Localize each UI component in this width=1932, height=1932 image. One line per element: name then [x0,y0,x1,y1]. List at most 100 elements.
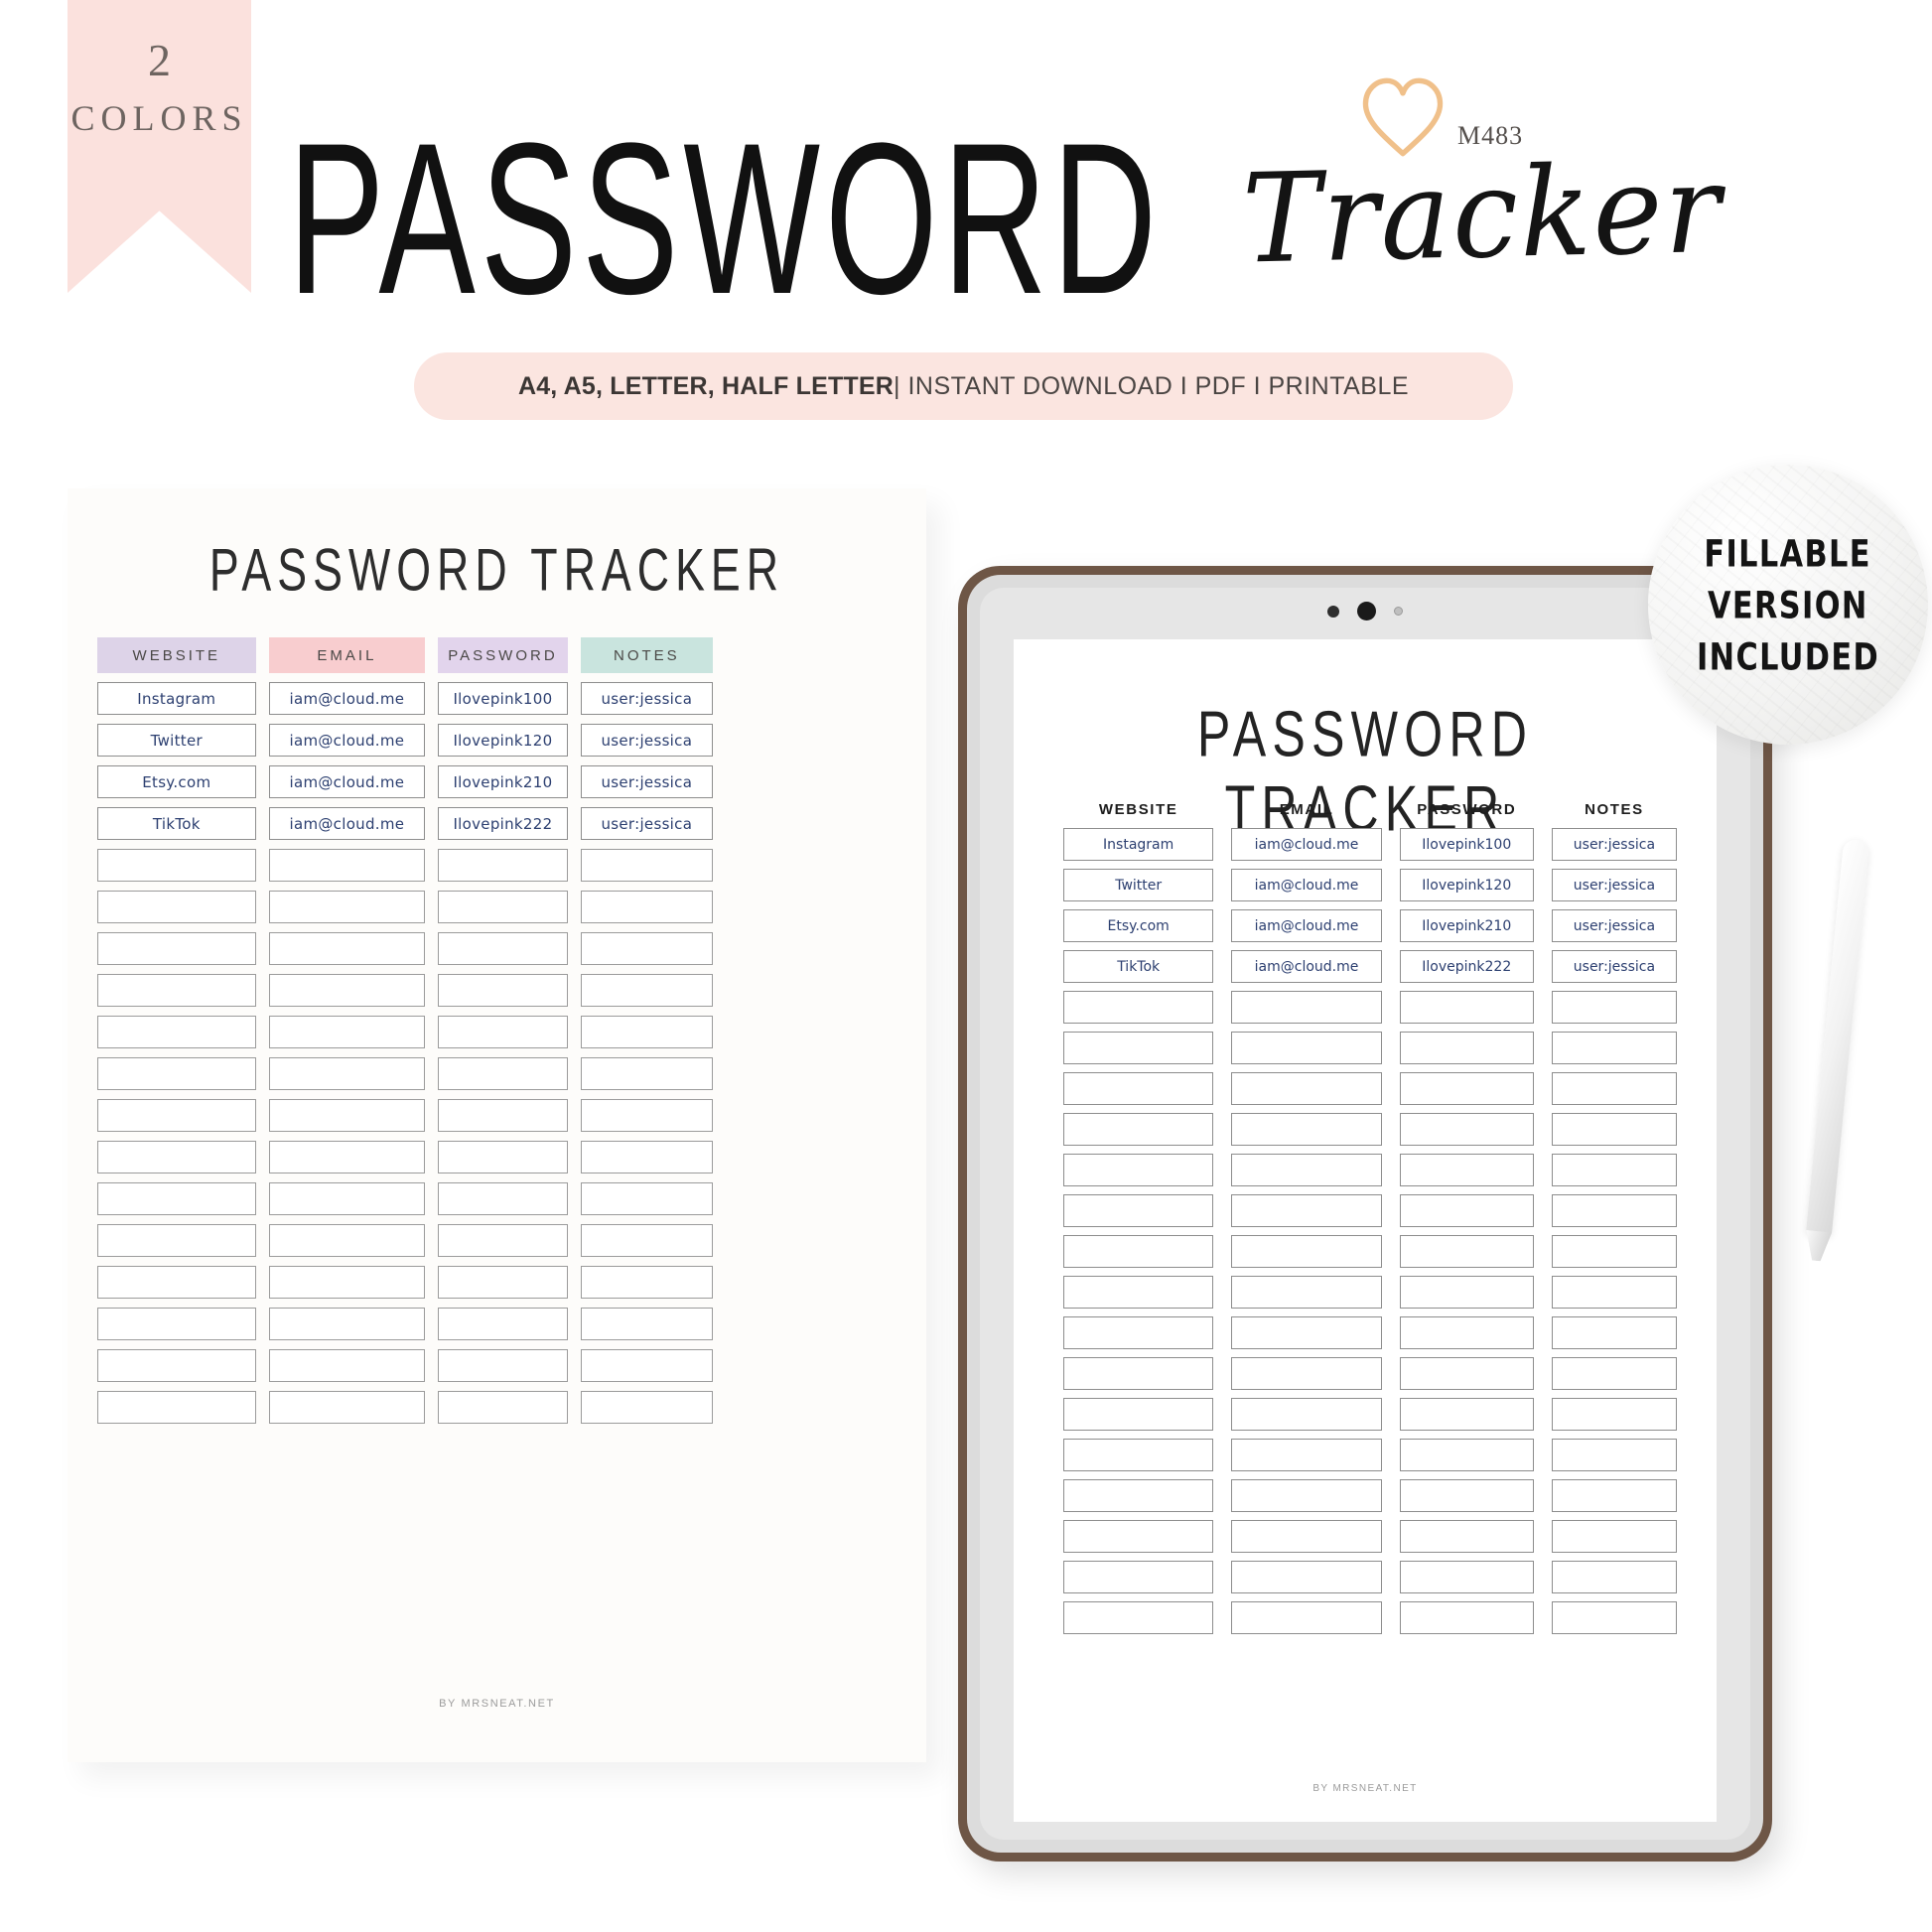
tablet-cell-empty-password[interactable] [1399,1479,1534,1512]
printable-cell-empty-website[interactable] [97,1266,256,1299]
tablet-cell-empty-website[interactable] [1063,1194,1214,1227]
printable-cell-empty-notes[interactable] [580,974,713,1007]
printable-cell-empty-password[interactable] [438,1057,568,1090]
tablet-cell-empty-website[interactable] [1063,991,1214,1024]
printable-cell-empty-email[interactable] [268,1349,426,1382]
printable-cell-empty-password[interactable] [438,1224,568,1257]
tablet-cell-empty-password[interactable] [1399,1439,1534,1471]
tablet-cell-empty-website[interactable] [1063,1072,1214,1105]
tablet-cell-email[interactable]: iam@cloud.me [1231,909,1382,942]
printable-cell-empty-website[interactable] [97,1057,256,1090]
printable-cell-empty-notes[interactable] [580,1224,713,1257]
tablet-cell-empty-email[interactable] [1231,1561,1382,1593]
printable-cell-empty-password[interactable] [438,974,568,1007]
tablet-cell-website[interactable]: TikTok [1063,950,1214,983]
printable-cell-empty-website[interactable] [97,1224,256,1257]
printable-cell-website[interactable]: Instagram [97,682,256,715]
printable-cell-empty-notes[interactable] [580,1266,713,1299]
printable-cell-empty-website[interactable] [97,1349,256,1382]
printable-cell-empty-website[interactable] [97,1182,256,1215]
printable-cell-empty-website[interactable] [97,891,256,923]
printable-cell-empty-notes[interactable] [580,932,713,965]
tablet-cell-empty-website[interactable] [1063,1276,1214,1309]
tablet-cell-empty-website[interactable] [1063,1235,1214,1268]
tablet-cell-empty-email[interactable] [1231,1398,1382,1431]
tablet-cell-empty-email[interactable] [1231,1113,1382,1146]
tablet-cell-empty-notes[interactable] [1551,1113,1677,1146]
tablet-cell-email[interactable]: iam@cloud.me [1231,950,1382,983]
printable-cell-password[interactable]: Ilovepink120 [438,724,568,757]
printable-cell-empty-email[interactable] [268,974,426,1007]
tablet-cell-empty-notes[interactable] [1551,1398,1677,1431]
tablet-cell-empty-website[interactable] [1063,1113,1214,1146]
printable-cell-empty-website[interactable] [97,1308,256,1340]
tablet-cell-website[interactable]: Etsy.com [1063,909,1214,942]
tablet-cell-empty-website[interactable] [1063,1398,1214,1431]
printable-cell-notes[interactable]: user:jessica [580,807,713,840]
tablet-cell-notes[interactable]: user:jessica [1551,909,1677,942]
printable-cell-empty-password[interactable] [438,1391,568,1424]
tablet-cell-empty-email[interactable] [1231,1072,1382,1105]
tablet-cell-empty-password[interactable] [1399,1154,1534,1186]
printable-cell-empty-email[interactable] [268,1141,426,1173]
printable-cell-empty-email[interactable] [268,1057,426,1090]
tablet-cell-password[interactable]: Ilovepink222 [1399,950,1534,983]
printable-cell-empty-notes[interactable] [580,1182,713,1215]
printable-cell-password[interactable]: Ilovepink100 [438,682,568,715]
tablet-cell-empty-notes[interactable] [1551,1276,1677,1309]
printable-cell-empty-email[interactable] [268,1224,426,1257]
printable-cell-empty-password[interactable] [438,1182,568,1215]
tablet-cell-empty-notes[interactable] [1551,1072,1677,1105]
printable-cell-empty-password[interactable] [438,849,568,882]
tablet-cell-password[interactable]: Ilovepink210 [1399,909,1534,942]
tablet-cell-email[interactable]: iam@cloud.me [1231,869,1382,901]
printable-cell-email[interactable]: iam@cloud.me [268,724,426,757]
printable-cell-empty-notes[interactable] [580,1308,713,1340]
printable-cell-empty-notes[interactable] [580,849,713,882]
printable-cell-website[interactable]: TikTok [97,807,256,840]
printable-cell-empty-website[interactable] [97,1391,256,1424]
tablet-cell-empty-password[interactable] [1399,1113,1534,1146]
tablet-cell-empty-password[interactable] [1399,1032,1534,1064]
tablet-cell-empty-password[interactable] [1399,1520,1534,1553]
printable-cell-empty-notes[interactable] [580,891,713,923]
tablet-cell-empty-email[interactable] [1231,1194,1382,1227]
printable-cell-website[interactable]: Twitter [97,724,256,757]
printable-cell-empty-notes[interactable] [580,1016,713,1048]
printable-cell-empty-email[interactable] [268,1099,426,1132]
printable-cell-empty-website[interactable] [97,1099,256,1132]
tablet-cell-empty-notes[interactable] [1551,1316,1677,1349]
printable-cell-empty-website[interactable] [97,974,256,1007]
tablet-cell-notes[interactable]: user:jessica [1551,950,1677,983]
tablet-cell-empty-website[interactable] [1063,1154,1214,1186]
tablet-cell-empty-password[interactable] [1399,1072,1534,1105]
tablet-cell-empty-email[interactable] [1231,1601,1382,1634]
printable-cell-empty-website[interactable] [97,1141,256,1173]
tablet-cell-empty-email[interactable] [1231,1439,1382,1471]
tablet-cell-email[interactable]: iam@cloud.me [1231,828,1382,861]
tablet-cell-website[interactable]: Instagram [1063,828,1214,861]
printable-cell-notes[interactable]: user:jessica [580,724,713,757]
tablet-cell-empty-notes[interactable] [1551,1439,1677,1471]
tablet-cell-empty-notes[interactable] [1551,1520,1677,1553]
tablet-cell-empty-website[interactable] [1063,1032,1214,1064]
tablet-cell-empty-notes[interactable] [1551,1479,1677,1512]
printable-cell-empty-website[interactable] [97,1016,256,1048]
tablet-cell-website[interactable]: Twitter [1063,869,1214,901]
printable-cell-empty-email[interactable] [268,932,426,965]
tablet-cell-empty-website[interactable] [1063,1561,1214,1593]
printable-cell-empty-notes[interactable] [580,1349,713,1382]
printable-cell-empty-notes[interactable] [580,1391,713,1424]
printable-cell-email[interactable]: iam@cloud.me [268,765,426,798]
tablet-cell-empty-website[interactable] [1063,1601,1214,1634]
tablet-cell-empty-website[interactable] [1063,1479,1214,1512]
tablet-cell-empty-email[interactable] [1231,1316,1382,1349]
printable-cell-empty-email[interactable] [268,1391,426,1424]
tablet-cell-password[interactable]: Ilovepink100 [1399,828,1534,861]
tablet-cell-password[interactable]: Ilovepink120 [1399,869,1534,901]
printable-cell-empty-password[interactable] [438,1141,568,1173]
tablet-cell-empty-email[interactable] [1231,991,1382,1024]
tablet-cell-empty-password[interactable] [1399,1561,1534,1593]
tablet-screen[interactable]: PASSWORD TRACKER WEBSITE EMAIL PASSWORD … [1014,639,1717,1822]
printable-cell-website[interactable]: Etsy.com [97,765,256,798]
